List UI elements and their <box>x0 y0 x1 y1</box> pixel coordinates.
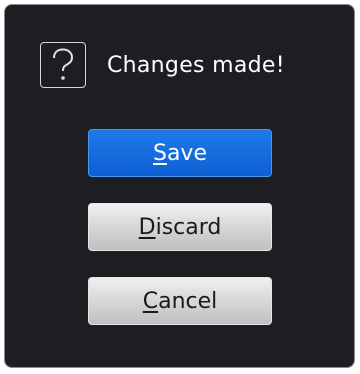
save-label: ave <box>166 140 207 166</box>
cancel-button[interactable]: Cancel <box>88 277 272 325</box>
question-mark-icon <box>40 42 86 88</box>
dialog-header: Changes made! <box>40 41 285 89</box>
cancel-label: ancel <box>158 288 218 314</box>
discard-button[interactable]: Discard <box>88 203 272 251</box>
dialog-title: Changes made! <box>107 52 285 78</box>
discard-mnemonic: D <box>138 214 156 240</box>
cancel-mnemonic: C <box>142 288 159 314</box>
discard-label: iscard <box>155 214 222 240</box>
changes-dialog: Changes made! Save Discard Cancel <box>4 4 355 368</box>
save-button[interactable]: Save <box>88 129 272 177</box>
save-mnemonic: S <box>152 140 167 166</box>
